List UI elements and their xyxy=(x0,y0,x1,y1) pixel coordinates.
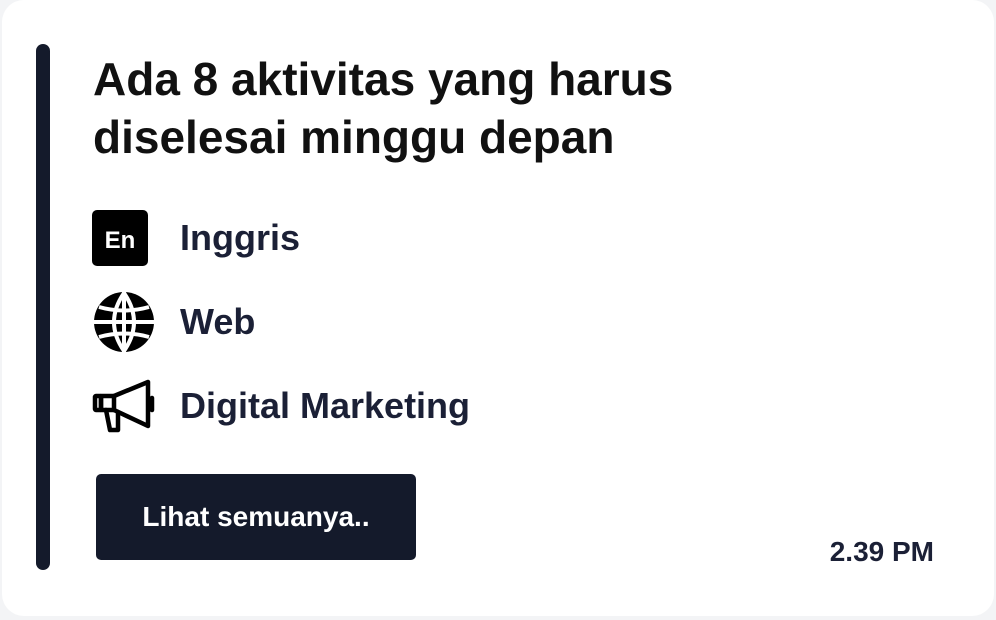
megaphone-icon xyxy=(92,376,156,436)
list-item-inggris: En Inggris xyxy=(92,208,470,268)
list-item-label: Digital Marketing xyxy=(180,385,471,426)
list-item-label: Inggris xyxy=(180,217,301,258)
list-item-web: Web xyxy=(92,291,470,353)
activity-card: Ada 8 aktivitas yang harus diselesai min… xyxy=(2,0,994,616)
list-item-digital-marketing: Digital Marketing xyxy=(92,376,470,436)
english-badge-text: En xyxy=(105,227,136,254)
view-all-button[interactable]: Lihat semuanya.. xyxy=(96,474,416,560)
list-item-label: Web xyxy=(180,301,256,342)
accent-bar xyxy=(36,44,50,570)
activity-list: En Inggris Web Digital Marketing xyxy=(92,208,470,460)
timestamp: 2.39 PM xyxy=(829,536,934,567)
globe-icon xyxy=(92,291,156,353)
card-title: Ada 8 aktivitas yang harus diselesai min… xyxy=(93,53,674,163)
english-icon: En xyxy=(92,208,156,268)
